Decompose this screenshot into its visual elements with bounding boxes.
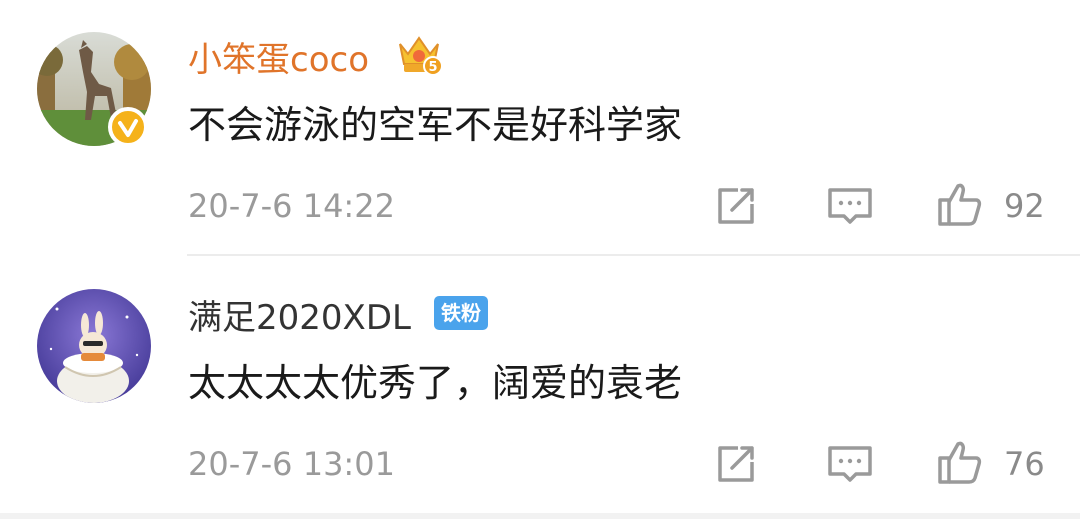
repost-icon[interactable]: [712, 440, 760, 488]
comment-text: 太太太太优秀了，阔爱的袁老: [188, 361, 683, 405]
like-count: 76: [1004, 445, 1045, 483]
timestamp: 20-7-6 13:01: [188, 445, 395, 483]
username[interactable]: 满足2020XDL: [188, 298, 411, 338]
bottom-separator: [0, 513, 1080, 519]
avatar[interactable]: [37, 289, 151, 403]
fan-badge: 铁粉: [434, 296, 488, 330]
comment-icon[interactable]: [826, 440, 874, 488]
comment-item: 满足2020XDL 铁粉 太太太太优秀了，阔爱的袁老 20-7-6 13:01 …: [0, 0, 1080, 519]
thumbs-up-icon[interactable]: [936, 438, 984, 486]
